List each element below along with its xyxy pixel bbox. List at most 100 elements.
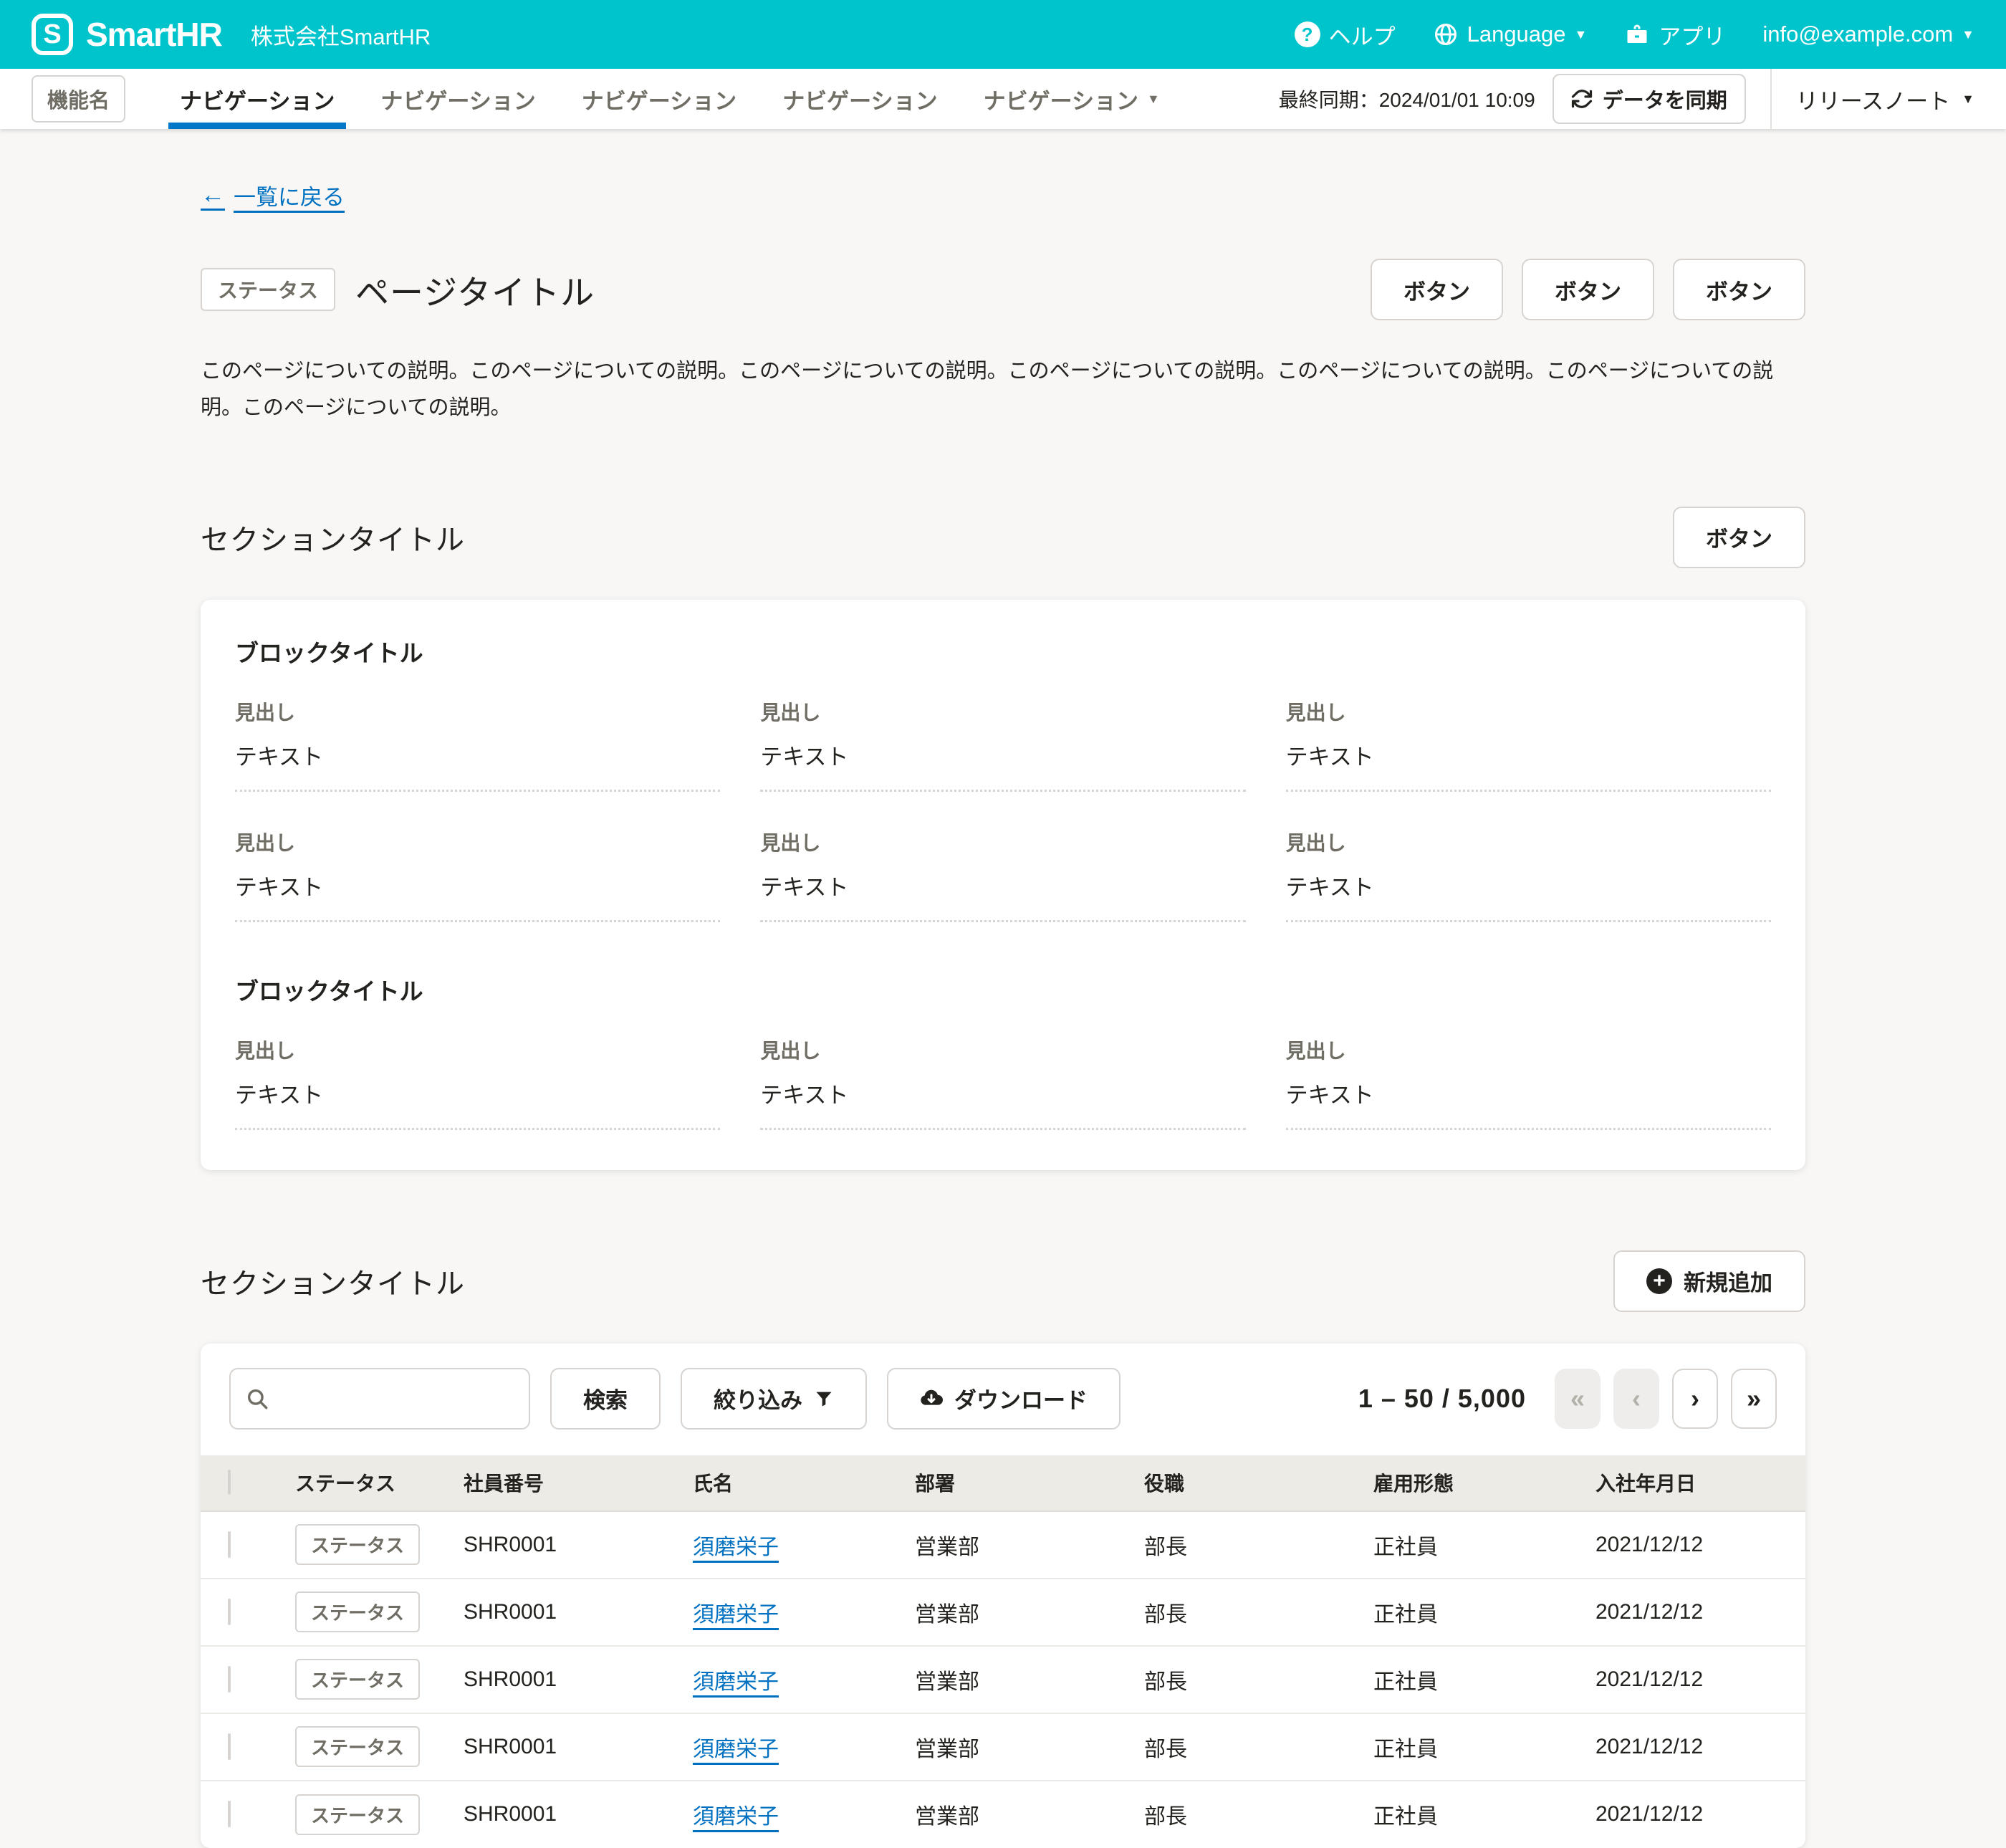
release-notes-label: リリースノート bbox=[1796, 83, 1950, 115]
employee-name-link[interactable]: 須磨栄子 bbox=[693, 1536, 779, 1559]
employment-type-cell: 正社員 bbox=[1373, 1713, 1595, 1781]
hire-date-cell: 2021/12/12 bbox=[1595, 1781, 1805, 1848]
nav-item-label: ナビゲーション bbox=[984, 83, 1138, 115]
field: 見出し テキスト bbox=[1286, 1035, 1771, 1130]
department-cell: 営業部 bbox=[915, 1713, 1144, 1781]
position-cell: 部長 bbox=[1144, 1511, 1373, 1579]
help-label: ヘルプ bbox=[1329, 19, 1396, 51]
table-row: ステータス SHR0001 須磨栄子 営業部 部長 正社員 2021/12/12 bbox=[201, 1646, 1805, 1713]
field-label: 見出し bbox=[1286, 1035, 1771, 1064]
smarthr-logo-icon: S bbox=[32, 14, 73, 55]
section-title-2: セクションタイトル bbox=[201, 1260, 465, 1302]
row-checkbox[interactable] bbox=[228, 1801, 231, 1827]
pagination-prev-button[interactable]: ‹ bbox=[1613, 1369, 1659, 1429]
employee-id-cell: SHR0001 bbox=[464, 1781, 693, 1848]
add-new-label: 新規追加 bbox=[1684, 1265, 1772, 1297]
chevron-down-icon: ▼ bbox=[1962, 92, 1974, 105]
pagination-next-button[interactable]: › bbox=[1672, 1369, 1718, 1429]
row-checkbox[interactable] bbox=[228, 1733, 231, 1760]
help-menu[interactable]: ? ヘルプ bbox=[1295, 19, 1396, 51]
release-notes-menu[interactable]: リリースノート ▼ bbox=[1796, 83, 1974, 115]
select-all-checkbox[interactable] bbox=[228, 1470, 231, 1495]
pagination-last-button[interactable]: » bbox=[1731, 1369, 1777, 1429]
nav-item-label: ナビゲーション bbox=[180, 83, 335, 115]
row-checkbox[interactable] bbox=[228, 1666, 231, 1693]
field-value: テキスト bbox=[1286, 739, 1771, 771]
section1-button[interactable]: ボタン bbox=[1673, 507, 1805, 568]
page-action-button-3[interactable]: ボタン bbox=[1673, 259, 1805, 320]
search-button[interactable]: 検索 bbox=[550, 1368, 661, 1430]
nav-item-label: ナビゲーション bbox=[380, 83, 535, 115]
nav-item-5[interactable]: ナビゲーション ▼ bbox=[961, 69, 1183, 129]
field: 見出し テキスト bbox=[235, 697, 720, 792]
status-badge: ステータス bbox=[295, 1524, 420, 1565]
sync-data-button[interactable]: データを同期 bbox=[1553, 74, 1746, 124]
employment-type-cell: 正社員 bbox=[1373, 1511, 1595, 1579]
nav-item-4[interactable]: ナビゲーション bbox=[759, 69, 960, 129]
field-value: テキスト bbox=[235, 1077, 720, 1109]
language-menu[interactable]: Language ▼ bbox=[1433, 21, 1588, 47]
employment-type-cell: 正社員 bbox=[1373, 1579, 1595, 1646]
field: 見出し テキスト bbox=[760, 1035, 1245, 1130]
column-header-hire-date: 入社年月日 bbox=[1595, 1455, 1805, 1511]
apps-menu[interactable]: アプリ bbox=[1624, 19, 1725, 51]
table-header-row: ステータス 社員番号 氏名 部署 役職 雇用形態 入社年月日 bbox=[201, 1455, 1805, 1511]
add-new-button[interactable]: + 新規追加 bbox=[1613, 1250, 1805, 1312]
block-title: ブロックタイトル bbox=[235, 972, 1771, 1007]
sync-data-label: データを同期 bbox=[1603, 84, 1727, 114]
block-title: ブロックタイトル bbox=[235, 634, 1771, 669]
row-checkbox[interactable] bbox=[228, 1531, 231, 1558]
app-nav: 機能名 ナビゲーション ナビゲーション ナビゲーション ナビゲーション ナビゲー… bbox=[0, 69, 2006, 129]
chevron-right-icon: › bbox=[1691, 1384, 1699, 1414]
double-chevron-right-icon: » bbox=[1747, 1384, 1761, 1414]
employee-name-link[interactable]: 須磨栄子 bbox=[693, 1738, 779, 1761]
nav-item-1[interactable]: ナビゲーション bbox=[157, 69, 357, 129]
field-value: テキスト bbox=[1286, 869, 1771, 901]
info-card: ブロックタイトル 見出し テキスト 見出し テキスト 見出し テキスト 見出し … bbox=[201, 600, 1805, 1170]
nav-item-label: ナビゲーション bbox=[782, 83, 937, 115]
page-action-button-1[interactable]: ボタン bbox=[1371, 259, 1503, 320]
field-value: テキスト bbox=[1286, 1077, 1771, 1109]
page-description: このページについての説明。このページについての説明。このページについての説明。こ… bbox=[201, 353, 1805, 426]
field-value: テキスト bbox=[760, 739, 1245, 771]
employee-name-link[interactable]: 須磨栄子 bbox=[693, 1670, 779, 1694]
hire-date-cell: 2021/12/12 bbox=[1595, 1646, 1805, 1713]
employee-id-cell: SHR0001 bbox=[464, 1646, 693, 1713]
field-label: 見出し bbox=[760, 697, 1245, 726]
brand-logo[interactable]: S SmartHR bbox=[32, 14, 222, 55]
table-card: 検索 絞り込み bbox=[201, 1344, 1805, 1848]
table-row: ステータス SHR0001 須磨栄子 営業部 部長 正社員 2021/12/12 bbox=[201, 1579, 1805, 1646]
globe-icon bbox=[1433, 21, 1459, 47]
table-row: ステータス SHR0001 須磨栄子 営業部 部長 正社員 2021/12/12 bbox=[201, 1713, 1805, 1781]
position-cell: 部長 bbox=[1144, 1781, 1373, 1848]
employee-id-cell: SHR0001 bbox=[464, 1511, 693, 1579]
main-content: ← 一覧に戻る ステータス ページタイトル ボタン ボタン ボタン このページに… bbox=[201, 129, 1805, 1848]
field: 見出し テキスト bbox=[1286, 828, 1771, 922]
brand-name: SmartHR bbox=[86, 15, 222, 54]
pagination-range: 1 – 50 / 5,000 bbox=[1358, 1384, 1526, 1414]
search-input[interactable] bbox=[279, 1387, 514, 1411]
download-label: ダウンロード bbox=[954, 1382, 1088, 1414]
search-box bbox=[229, 1368, 530, 1430]
table-row: ステータス SHR0001 須磨栄子 営業部 部長 正社員 2021/12/12 bbox=[201, 1781, 1805, 1848]
page-action-button-2[interactable]: ボタン bbox=[1522, 259, 1654, 320]
column-header-name: 氏名 bbox=[693, 1455, 915, 1511]
language-label: Language bbox=[1467, 21, 1566, 47]
back-to-list-link[interactable]: ← 一覧に戻る bbox=[201, 179, 345, 211]
chevron-down-icon: ▼ bbox=[1575, 28, 1588, 41]
nav-item-2[interactable]: ナビゲーション bbox=[357, 69, 558, 129]
row-checkbox[interactable] bbox=[228, 1599, 231, 1625]
employment-type-cell: 正社員 bbox=[1373, 1646, 1595, 1713]
hire-date-cell: 2021/12/12 bbox=[1595, 1713, 1805, 1781]
help-icon: ? bbox=[1295, 21, 1320, 47]
filter-button[interactable]: 絞り込み bbox=[681, 1368, 867, 1430]
employee-name-link[interactable]: 須磨栄子 bbox=[693, 1603, 779, 1627]
pagination-first-button[interactable]: « bbox=[1555, 1369, 1601, 1429]
account-menu[interactable]: info@example.com ▼ bbox=[1762, 21, 1974, 47]
back-link-label: 一覧に戻る bbox=[234, 179, 345, 211]
nav-item-3[interactable]: ナビゲーション bbox=[559, 69, 759, 129]
field: 見出し テキスト bbox=[1286, 697, 1771, 792]
employee-name-link[interactable]: 須磨栄子 bbox=[693, 1805, 779, 1829]
position-cell: 部長 bbox=[1144, 1646, 1373, 1713]
download-button[interactable]: ダウンロード bbox=[887, 1368, 1120, 1430]
